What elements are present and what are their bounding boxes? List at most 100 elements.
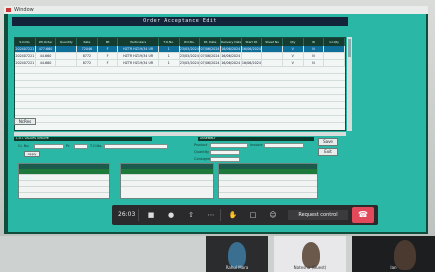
order-acceptance-app: Order Acceptance Edit S.O.No. Wt.Order Q…: [8, 14, 426, 232]
scrollbar-thumb[interactable]: [348, 39, 351, 57]
grn-panel[interactable]: Grn Qty: [218, 163, 318, 199]
participant-strip: Rahul Mora Natesha (Guest) Ian: [0, 236, 435, 272]
column-header[interactable]: Quantity: [56, 38, 78, 46]
table-cell: 23/05/2024: [179, 60, 201, 66]
field-label: T.O.No.: [90, 144, 103, 148]
column-header[interactable]: Start Dt: [242, 38, 263, 46]
table-cell: 16/06/2024: [221, 46, 242, 52]
panel-row[interactable]: [121, 181, 213, 187]
table-cell: 07/06/2024: [200, 46, 221, 52]
table-cell: 202407221: [15, 60, 36, 66]
meeting-toolbar: 26:03 ■ ● ⇧ ⋯ ✋ □ ☺ Request control ☎: [112, 205, 378, 225]
cr-no-input[interactable]: [34, 144, 64, 149]
table-cell: 16/06/2024: [241, 60, 263, 66]
chat-icon[interactable]: □: [248, 210, 258, 220]
hand-icon[interactable]: ✋: [228, 210, 238, 220]
quantity-input[interactable]: [210, 150, 240, 155]
invoice-input[interactable]: [264, 143, 304, 148]
panel-row[interactable]: [219, 187, 317, 193]
column-header[interactable]: Delivery Date: [221, 38, 242, 46]
table-row[interactable]: 202407221 477.660 72046 F HZTR HZ19/34 U…: [15, 46, 345, 53]
exit-button[interactable]: Exit: [318, 148, 338, 156]
table-cell: [324, 53, 345, 59]
app-icon: [6, 8, 11, 12]
panel-label: Grn Qty: [221, 176, 233, 180]
column-header[interactable]: S.O.No.: [15, 38, 36, 46]
orders-grid[interactable]: S.O.No. Wt.Order Quantity Rate Mt Partic…: [14, 37, 346, 131]
table-row[interactable]: 202407221 44.660 8772 F HZTR HZ19/34 UR …: [15, 53, 345, 60]
share-icon[interactable]: ⇧: [186, 210, 196, 220]
apply-button[interactable]: Apply: [24, 151, 40, 157]
product-input[interactable]: [210, 143, 248, 148]
product-panel[interactable]: Product: [120, 163, 214, 199]
table-cell: 1: [159, 53, 180, 59]
participant-tile[interactable]: Natesha (Guest): [274, 236, 346, 272]
empty-row: [15, 88, 345, 95]
to-no-input[interactable]: [104, 144, 168, 149]
table-cell: [262, 53, 283, 59]
table-cell: F: [98, 46, 119, 52]
table-cell: 1: [159, 46, 180, 52]
field-label: Product: [194, 143, 208, 147]
toolbar-divider: [220, 209, 221, 221]
column-header[interactable]: P.O.No.: [180, 38, 201, 46]
request-control-button[interactable]: Request control: [288, 210, 348, 220]
column-header[interactable]: Wt.Order: [36, 38, 57, 46]
table-cell: [242, 53, 263, 59]
table-cell: 23/05/2024: [179, 46, 201, 52]
column-header[interactable]: Particulars: [118, 38, 159, 46]
table-cell: [324, 60, 345, 66]
column-header[interactable]: ID: [304, 38, 325, 46]
hangup-icon[interactable]: ☎: [352, 207, 374, 223]
table-cell: [56, 53, 78, 59]
pr-input[interactable]: [74, 144, 88, 149]
empty-row: [15, 109, 345, 116]
table-cell: 202407221: [15, 46, 36, 52]
table-cell: V: [283, 53, 304, 59]
table-cell: 72046: [77, 46, 98, 52]
panel-label: Product: [123, 176, 135, 180]
grid-header: S.O.No. Wt.Order Quantity Rate Mt Partic…: [15, 38, 345, 46]
table-cell: [262, 60, 283, 66]
table-cell: N: [304, 53, 325, 59]
ncres-button[interactable]: NcRes: [14, 118, 36, 125]
table-cell: [56, 46, 78, 52]
column-header[interactable]: Qty: [283, 38, 304, 46]
empty-row: [15, 74, 345, 81]
column-header[interactable]: T.O.No.: [159, 38, 180, 46]
column-header[interactable]: Rate: [77, 38, 98, 46]
column-header[interactable]: Dt. Date: [200, 38, 221, 46]
table-cell: [324, 46, 345, 52]
field-label: Cr. No.: [18, 144, 30, 148]
column-header[interactable]: Sheet No: [262, 38, 283, 46]
table-cell: 202407221: [15, 53, 36, 59]
toolbar-divider: [138, 209, 139, 221]
table-cell: HZTR HZ19/34 UR: [118, 46, 159, 52]
column-header[interactable]: Mt: [98, 38, 119, 46]
participant-name: Rahul Mora: [225, 265, 249, 270]
grid-vertical-scrollbar[interactable]: [347, 37, 352, 131]
empty-row: [15, 81, 345, 88]
table-cell: 16/06/2024: [221, 60, 242, 66]
consignee-input[interactable]: [210, 157, 240, 162]
table-cell: HZTR HZ19/34 UR: [118, 53, 159, 59]
mic-icon[interactable]: ●: [166, 210, 176, 220]
table-cell: 44.660: [36, 60, 57, 66]
form-title: Order Acceptance Edit: [12, 17, 348, 26]
grid-horizontal-scrollbar[interactable]: [14, 132, 346, 136]
table-cell: 8772: [77, 60, 98, 66]
table-cell: 07/06/2024: [200, 53, 221, 59]
reactions-icon[interactable]: ☺: [268, 210, 278, 220]
participant-tile[interactable]: Rahul Mora: [206, 236, 268, 272]
save-button[interactable]: Save: [318, 138, 338, 146]
table-cell: [262, 46, 283, 52]
camera-icon[interactable]: ■: [146, 210, 156, 220]
remote-screen: Window Order Acceptance Edit S.O.No. Wt.…: [4, 6, 428, 234]
table-row[interactable]: 202407221 44.660 8772 F HZTR HZ19/34 UR …: [15, 60, 345, 67]
material-panel[interactable]: Material: [18, 163, 110, 199]
panel-row[interactable]: [19, 187, 109, 193]
participant-tile[interactable]: Ian: [352, 236, 435, 272]
empty-row: [15, 116, 345, 123]
more-icon[interactable]: ⋯: [206, 210, 216, 220]
column-header[interactable]: Gr.Qty: [324, 38, 345, 46]
